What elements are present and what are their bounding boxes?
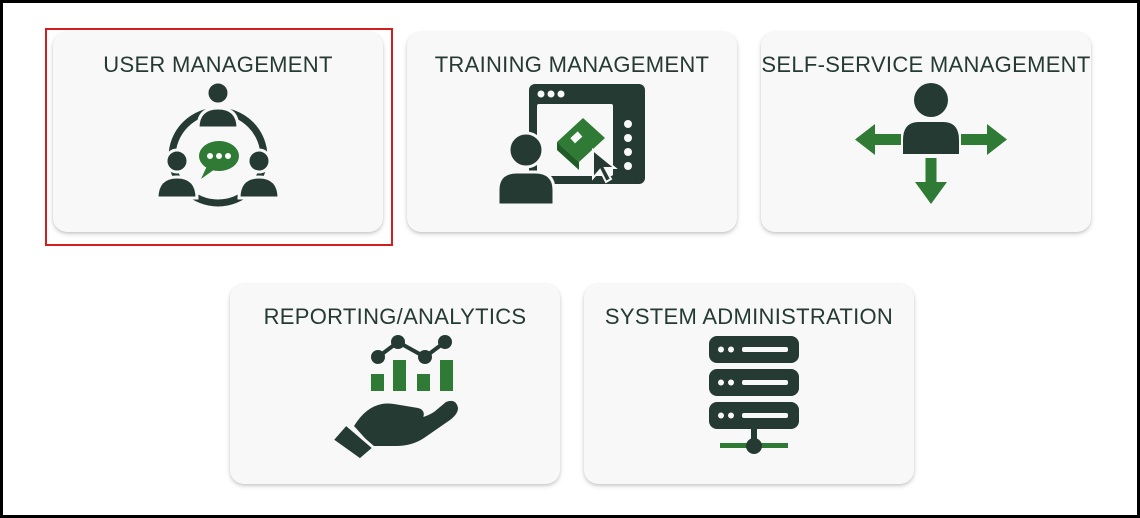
dashboard-frame: USER MANAGEMENT TRAINING MANAGEMENT SELF…	[0, 0, 1140, 518]
hand-chart-icon	[330, 335, 458, 459]
selection-highlight	[45, 28, 393, 246]
card-title: SELF-SERVICE MANAGEMENT	[761, 52, 1091, 77]
self-service-management-card[interactable]: SELF-SERVICE MANAGEMENT	[761, 32, 1091, 232]
training-management-card[interactable]: TRAINING MANAGEMENT	[407, 32, 737, 232]
user-arrows-icon	[855, 83, 1007, 204]
card-title: REPORTING/ANALYTICS	[263, 304, 527, 329]
card-title: TRAINING MANAGEMENT	[434, 52, 710, 77]
online-training-icon	[496, 84, 645, 207]
card-title: SYSTEM ADMINISTRATION	[604, 304, 894, 329]
reporting-analytics-card[interactable]: REPORTING/ANALYTICS	[230, 284, 560, 484]
system-administration-card[interactable]: SYSTEM ADMINISTRATION	[584, 284, 914, 484]
server-icon	[709, 336, 799, 454]
